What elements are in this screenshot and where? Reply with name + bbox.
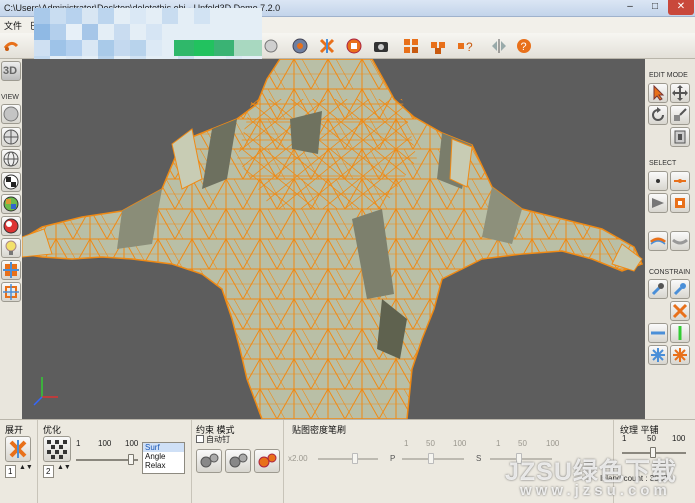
gear-grey-2-icon[interactable] bbox=[225, 449, 251, 473]
watermark-url: www.jzsu.com bbox=[520, 482, 671, 499]
maximize-button[interactable]: □ bbox=[643, 0, 667, 15]
move-icon[interactable] bbox=[670, 83, 690, 103]
pack-plus-icon[interactable] bbox=[429, 37, 447, 55]
wire-sphere-icon[interactable] bbox=[1, 127, 21, 147]
optimize-label: 优化 bbox=[43, 425, 62, 435]
flower-orange-icon[interactable] bbox=[670, 345, 690, 365]
density-tick-1: 1 bbox=[404, 439, 409, 448]
right-panel: EDIT MODE SELECT CONSTRAIN bbox=[645, 59, 695, 419]
unfold-section: 展开 1 ▲▼ bbox=[0, 420, 38, 503]
constraint-section: 约束 模式 自动钉 bbox=[192, 420, 284, 503]
density-s-tick-50: 50 bbox=[518, 439, 527, 448]
unfold-tool-icon[interactable] bbox=[2, 37, 20, 55]
axis-gizmo-icon bbox=[33, 377, 58, 406]
gear-grey-icon[interactable] bbox=[196, 449, 222, 473]
select-label: SELECT bbox=[649, 160, 677, 167]
density-s-tick-1: 1 bbox=[496, 439, 501, 448]
texture-tick-50: 50 bbox=[647, 434, 656, 443]
unfold-label: 展开 bbox=[5, 425, 24, 435]
camera-icon[interactable] bbox=[372, 37, 390, 55]
density-multiplier: x2.00 bbox=[288, 454, 308, 463]
uv-grid-icon[interactable] bbox=[1, 260, 21, 280]
texture-tick-100: 100 bbox=[672, 434, 686, 443]
gear-orange-icon[interactable] bbox=[254, 449, 280, 473]
select-face-icon[interactable] bbox=[648, 193, 668, 213]
rotate-icon[interactable] bbox=[648, 105, 668, 125]
uv-frame-icon[interactable] bbox=[1, 282, 21, 302]
light-bulb-icon[interactable] bbox=[1, 238, 21, 258]
mesh-model bbox=[22, 59, 644, 419]
3d-viewport[interactable] bbox=[22, 59, 645, 419]
help-icon[interactable]: ? bbox=[515, 37, 533, 55]
vertical-constraint-icon[interactable] bbox=[670, 323, 690, 343]
unpin-icon[interactable] bbox=[670, 301, 690, 321]
optimize-tick-min: 1 bbox=[76, 439, 81, 448]
close-button[interactable]: ✕ bbox=[668, 0, 694, 15]
optimize-tick-max: 100 bbox=[125, 439, 139, 448]
3d-logo: 3D bbox=[3, 65, 18, 77]
optimize-button[interactable] bbox=[43, 436, 71, 462]
optimize-iterations-field[interactable]: 2 bbox=[43, 465, 54, 478]
unfold-spinner-icon[interactable]: ▲▼ bbox=[19, 464, 33, 471]
optimize-slider-knob[interactable] bbox=[128, 454, 134, 465]
select-cursor-icon[interactable] bbox=[648, 83, 668, 103]
select-island-icon[interactable] bbox=[670, 193, 690, 213]
pack-help-icon[interactable]: ? bbox=[456, 37, 474, 55]
density-tick-100: 100 bbox=[453, 439, 467, 448]
texture-tick-1: 1 bbox=[622, 434, 627, 443]
scale-icon[interactable] bbox=[670, 105, 690, 125]
mirror-icon[interactable] bbox=[490, 37, 508, 55]
seam-right-icon[interactable] bbox=[670, 231, 690, 251]
svg-text:?: ? bbox=[466, 40, 473, 54]
target-icon[interactable] bbox=[291, 37, 309, 55]
unfold-button[interactable] bbox=[5, 436, 31, 462]
p-label: P bbox=[390, 454, 396, 463]
density-tick-50: 50 bbox=[426, 439, 435, 448]
constrain-label: CONSTRAIN bbox=[649, 269, 691, 276]
seam-left-icon[interactable] bbox=[648, 231, 668, 251]
optimize-tick-mid: 100 bbox=[98, 439, 112, 448]
flower-blue-icon[interactable] bbox=[648, 345, 668, 365]
p-slider-knob[interactable] bbox=[428, 453, 434, 464]
collar-dense-mesh bbox=[237, 99, 417, 209]
select-vertex-icon[interactable] bbox=[648, 171, 668, 191]
edit-mode-label: EDIT MODE bbox=[649, 72, 688, 79]
menu-file[interactable]: 文件 bbox=[4, 19, 22, 32]
pack-icon[interactable] bbox=[402, 37, 420, 55]
auto-pin-label: 自动钉 bbox=[206, 435, 230, 444]
select-edge-icon[interactable] bbox=[670, 171, 690, 191]
s-label: S bbox=[476, 454, 482, 463]
auto-pin-checkbox[interactable] bbox=[196, 435, 204, 443]
sphere-view-icon[interactable] bbox=[1, 104, 21, 124]
mode-item-surf[interactable]: Surf bbox=[143, 443, 184, 452]
stop-icon[interactable] bbox=[345, 37, 363, 55]
grid-sphere-icon[interactable] bbox=[1, 149, 21, 169]
pin-add-icon[interactable] bbox=[670, 279, 690, 299]
mode-item-angle[interactable]: Angle bbox=[143, 452, 184, 461]
3d-view-button[interactable]: 3D bbox=[1, 61, 21, 81]
cut-icon[interactable] bbox=[318, 37, 336, 55]
optimize-spinner-icon[interactable]: ▲▼ bbox=[57, 464, 71, 471]
frame-icon[interactable] bbox=[670, 127, 690, 147]
density-slider-knob[interactable] bbox=[352, 453, 358, 464]
svg-text:?: ? bbox=[521, 41, 527, 53]
minimize-button[interactable]: – bbox=[618, 0, 642, 15]
checker-icon[interactable] bbox=[1, 172, 21, 192]
color-checker-icon[interactable] bbox=[1, 194, 21, 214]
horizontal-constraint-icon[interactable] bbox=[648, 323, 668, 343]
pin-icon[interactable] bbox=[648, 279, 668, 299]
unfold-iterations-field[interactable]: 1 bbox=[5, 465, 16, 478]
view-label: VIEW bbox=[1, 94, 19, 101]
material-icon[interactable] bbox=[1, 216, 21, 236]
density-s-tick-100: 100 bbox=[546, 439, 560, 448]
optimize-mode-list[interactable]: Surf Angle Relax bbox=[142, 442, 185, 474]
sphere-tool-icon[interactable] bbox=[262, 37, 280, 55]
density-brush-label: 贴图密度笔刷 bbox=[292, 425, 347, 435]
mode-item-relax[interactable]: Relax bbox=[143, 461, 184, 470]
left-panel: 3D VIEW bbox=[0, 59, 22, 419]
density-slider-track[interactable] bbox=[318, 458, 378, 460]
